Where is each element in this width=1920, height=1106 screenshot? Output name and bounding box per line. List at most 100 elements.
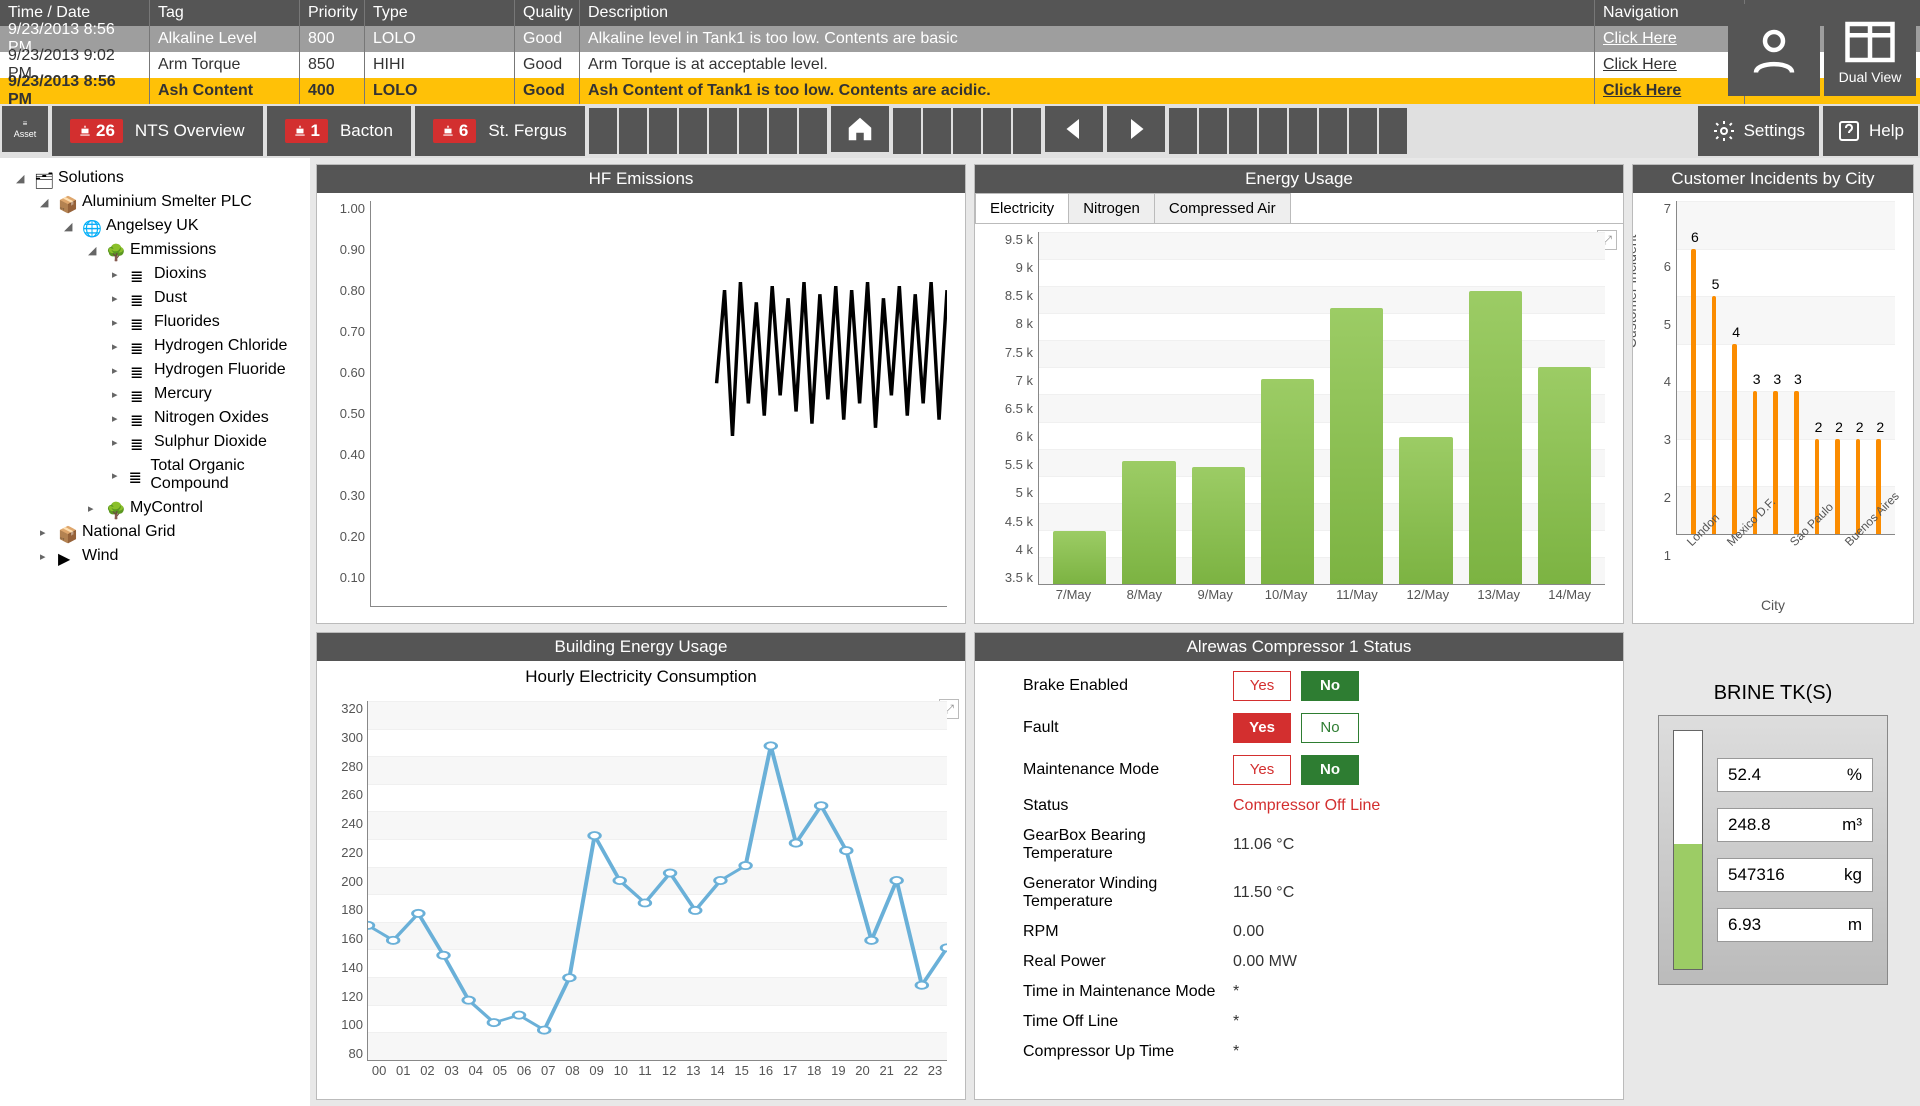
tree-item[interactable]: ◢ 🗂 Solutions <box>4 166 306 190</box>
tab-electricity[interactable]: Electricity <box>975 193 1069 223</box>
tree-item[interactable]: ▸ ≣ Mercury <box>4 382 306 406</box>
panel-title: Building Energy Usage <box>317 633 965 661</box>
col-header-nav[interactable]: Navigation <box>1595 0 1745 26</box>
alarm-badge: 26 <box>70 119 123 143</box>
settings-button[interactable]: Settings <box>1698 106 1819 156</box>
tree-item[interactable]: ◢ 📦 Aluminium Smelter PLC <box>4 190 306 214</box>
db-icon: ≣ <box>130 291 148 305</box>
nav-slot[interactable] <box>589 108 617 154</box>
user-button[interactable] <box>1728 4 1820 96</box>
tree-item[interactable]: ▸ ≣ Nitrogen Oxides <box>4 406 306 430</box>
nav-slot[interactable] <box>1199 108 1227 154</box>
expand-toggle-icon[interactable]: ▸ <box>112 469 123 482</box>
tree-item[interactable]: ▸ 📦 National Grid <box>4 520 306 544</box>
tab-nitrogen[interactable]: Nitrogen <box>1068 193 1155 223</box>
nav-slot[interactable] <box>983 108 1011 154</box>
tree-label: Sulphur Dioxide <box>154 433 267 451</box>
nav-area-button[interactable]: 1 Bacton <box>267 106 411 156</box>
nav-slot[interactable] <box>709 108 737 154</box>
tree-item[interactable]: ▸ ≣ Sulphur Dioxide <box>4 430 306 454</box>
help-label: Help <box>1869 121 1904 141</box>
nav-slot[interactable] <box>953 108 981 154</box>
nav-slot[interactable] <box>1013 108 1041 154</box>
expand-toggle-icon[interactable]: ▸ <box>40 550 52 563</box>
col-header-tag[interactable]: Tag <box>150 0 300 26</box>
expand-toggle-icon[interactable]: ▸ <box>112 436 124 449</box>
no-button[interactable]: No <box>1301 713 1359 743</box>
nav-slot[interactable] <box>619 108 647 154</box>
tab-compressed-air[interactable]: Compressed Air <box>1154 193 1291 223</box>
nav-slot[interactable] <box>799 108 827 154</box>
alarm-row[interactable]: 9/23/2013 9:02 PM Arm Torque 850 HIHI Go… <box>0 52 1920 78</box>
no-button[interactable]: No <box>1301 671 1359 701</box>
expand-toggle-icon[interactable]: ◢ <box>16 172 28 185</box>
nav-area-button[interactable]: 26 NTS Overview <box>52 106 263 156</box>
yes-button[interactable]: Yes <box>1233 755 1291 785</box>
nav-home-button[interactable] <box>831 106 889 152</box>
topright-toolbar: Dual View <box>1724 0 1920 100</box>
nav-slot[interactable] <box>1169 108 1197 154</box>
nav-slot[interactable] <box>679 108 707 154</box>
tree-item[interactable]: ▸ ≣ Fluorides <box>4 310 306 334</box>
tree-item[interactable]: ▸ ≣ Total Organic Compound <box>4 454 306 496</box>
alarm-nav-link[interactable]: Click Here <box>1595 52 1745 78</box>
alarm-type: LOLO <box>365 26 515 52</box>
nav-slot[interactable] <box>1259 108 1287 154</box>
nav-slot[interactable] <box>739 108 767 154</box>
tree-item[interactable]: ▸ ≣ Hydrogen Chloride <box>4 334 306 358</box>
yes-button[interactable]: Yes <box>1233 671 1291 701</box>
nav-forward-button[interactable] <box>1107 106 1165 152</box>
tree-item[interactable]: ▸ 🌳 MyControl <box>4 496 306 520</box>
col-header-priority[interactable]: Priority <box>300 0 365 26</box>
col-header-desc[interactable]: Description <box>580 0 1595 26</box>
tree-item[interactable]: ▸ ≣ Dioxins <box>4 262 306 286</box>
nav-slot[interactable] <box>893 108 921 154</box>
nav-slot[interactable] <box>769 108 797 154</box>
no-button[interactable]: No <box>1301 755 1359 785</box>
solution-tree[interactable]: ◢ 🗂 Solutions ◢ 📦 Aluminium Smelter PLC … <box>0 158 310 1106</box>
expand-toggle-icon[interactable]: ◢ <box>88 244 100 257</box>
expand-toggle-icon[interactable]: ▸ <box>112 412 124 425</box>
status-label: Fault <box>1023 719 1233 737</box>
expand-toggle-icon[interactable]: ◢ <box>40 196 52 209</box>
alarm-nav-link[interactable]: Click Here <box>1595 78 1745 104</box>
col-header-quality[interactable]: Quality <box>515 0 580 26</box>
dual-view-button[interactable]: Dual View <box>1824 4 1916 96</box>
expand-toggle-icon[interactable]: ▸ <box>112 316 124 329</box>
tree-item[interactable]: ▸ ≣ Hydrogen Fluoride <box>4 358 306 382</box>
db-icon: ≣ <box>130 435 148 449</box>
tree-item[interactable]: ◢ 🌳 Emmissions <box>4 238 306 262</box>
expand-toggle-icon[interactable]: ▸ <box>112 364 124 377</box>
nav-slot[interactable] <box>1229 108 1257 154</box>
status-label: GearBox Bearing Temperature <box>1023 827 1233 863</box>
nav-slot[interactable] <box>1289 108 1317 154</box>
alarm-desc: Arm Torque is at acceptable level. <box>580 52 1595 78</box>
nav-slot[interactable] <box>1319 108 1347 154</box>
yes-button[interactable]: Yes <box>1233 713 1291 743</box>
help-button[interactable]: Help <box>1823 106 1918 156</box>
expand-toggle-icon[interactable]: ▸ <box>40 526 52 539</box>
bar <box>1261 379 1314 584</box>
alarm-nav-link[interactable]: Click Here <box>1595 26 1745 52</box>
tree-item[interactable]: ▸ ▶ Wind <box>4 544 306 568</box>
nav-area-button[interactable]: 6 St. Fergus <box>415 106 585 156</box>
asset-list-button[interactable]: ≡Asset <box>2 106 48 152</box>
expand-toggle-icon[interactable]: ◢ <box>64 220 76 233</box>
nav-slot[interactable] <box>649 108 677 154</box>
tree-item[interactable]: ◢ 🌐 Angelsey UK <box>4 214 306 238</box>
alarm-row[interactable]: 9/23/2013 8:56 PM Ash Content 400 LOLO G… <box>0 78 1920 104</box>
alarm-row[interactable]: 9/23/2013 8:56 PM Alkaline Level 800 LOL… <box>0 26 1920 52</box>
expand-toggle-icon[interactable]: ▸ <box>88 502 100 515</box>
expand-toggle-icon[interactable]: ▸ <box>112 292 124 305</box>
nav-back-button[interactable] <box>1045 106 1103 152</box>
nav-slot[interactable] <box>1349 108 1377 154</box>
alarm-quality: Good <box>515 52 580 78</box>
brine-value: 547316kg <box>1717 858 1873 892</box>
tree-item[interactable]: ▸ ≣ Dust <box>4 286 306 310</box>
expand-toggle-icon[interactable]: ▸ <box>112 340 124 353</box>
col-header-type[interactable]: Type <box>365 0 515 26</box>
expand-toggle-icon[interactable]: ▸ <box>112 388 124 401</box>
nav-slot[interactable] <box>923 108 951 154</box>
nav-slot[interactable] <box>1379 108 1407 154</box>
expand-toggle-icon[interactable]: ▸ <box>112 268 124 281</box>
